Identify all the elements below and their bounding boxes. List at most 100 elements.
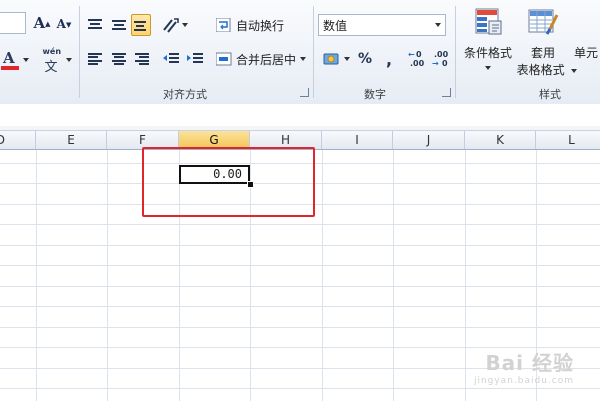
accounting-icon: [323, 53, 338, 65]
merge-center-button[interactable]: 合并后居中: [216, 48, 308, 70]
number-dialog-launcher-icon[interactable]: [442, 88, 451, 97]
decrease-indent-icon: [163, 53, 179, 63]
percent-icon: %: [357, 51, 373, 67]
comma-icon: ,: [385, 49, 393, 69]
top-align-icon: [88, 19, 102, 31]
align-center-icon: [112, 53, 126, 65]
decrease-decimal-button[interactable]: .00 → 0: [432, 48, 454, 70]
merge-center-icon: [216, 52, 232, 66]
grid-column-line: [393, 150, 394, 401]
font-color-button[interactable]: A: [0, 48, 30, 72]
middle-align-button[interactable]: [108, 14, 130, 36]
format-as-table-icon: [528, 9, 559, 35]
format-as-table-label-line1[interactable]: 套用: [525, 44, 561, 61]
alignment-dialog-launcher-icon[interactable]: [300, 88, 309, 97]
decrease-font-size-button[interactable]: A ▼: [55, 14, 73, 34]
merge-dropdown-icon[interactable]: [300, 57, 307, 61]
phonetic-guide-button[interactable]: wén 文: [40, 47, 74, 75]
increase-decimal-icon: ← 0 .00: [408, 49, 430, 69]
column-header-j[interactable]: J: [393, 131, 465, 149]
grid-column-line: [465, 150, 466, 401]
format-as-table-label-line2[interactable]: 表格格式: [514, 61, 580, 78]
conditional-format-dropdown-icon[interactable]: [485, 66, 491, 70]
format-as-table-dropdown-icon[interactable]: [571, 68, 578, 73]
comma-style-button[interactable]: ,: [380, 48, 398, 70]
conditional-format-button[interactable]: [462, 4, 514, 40]
number-group-label: 数字: [364, 88, 386, 101]
column-header-l[interactable]: L: [536, 131, 600, 149]
baidu-watermark: Bai 经验 jingyan.baidu.com: [474, 347, 574, 386]
font-color-letter: A: [3, 49, 15, 67]
decrease-decimal-icon: .00 → 0: [432, 49, 454, 69]
align-right-button[interactable]: [131, 48, 153, 70]
increase-indent-icon: [187, 53, 203, 63]
conditional-format-icon: [475, 8, 502, 35]
bottom-align-icon: [134, 19, 148, 31]
phonetic-glyph: 文: [44, 60, 58, 75]
grid-row-line: [0, 265, 600, 266]
orientation-button[interactable]: [160, 14, 190, 36]
ribbon: A ▲ A ▼ A wén 文 自动换行 合并后居中 对齐方式 数值 % , ←…: [0, 0, 600, 105]
font-color-swatch: [1, 66, 19, 70]
increase-indent-button[interactable]: [184, 48, 206, 70]
decrease-decimal-top: .00: [434, 50, 449, 59]
align-center-button[interactable]: [108, 48, 130, 70]
font-color-icon: A: [1, 49, 19, 71]
wrap-text-button[interactable]: 自动换行: [216, 14, 294, 36]
number-format-select[interactable]: 数值: [318, 14, 446, 36]
middle-align-icon: [112, 19, 126, 31]
increase-decimal-arrow: ←: [408, 50, 415, 59]
formula-bar[interactable]: [0, 104, 600, 127]
decrease-decimal-arrow: →: [432, 59, 439, 68]
grid-column-line: [322, 150, 323, 401]
decrease-font-icon: A: [56, 17, 66, 31]
watermark-main-text: Bai 经验: [485, 351, 574, 375]
increase-decimal-button[interactable]: ← 0 .00: [408, 48, 430, 70]
highlight-annotation-box: [142, 147, 315, 217]
grid-row-line: [0, 286, 600, 287]
up-caret-icon: ▲: [45, 18, 51, 28]
alignment-group-label: 对齐方式: [163, 88, 207, 101]
font-color-dropdown-icon[interactable]: [23, 58, 29, 62]
format-as-table-button[interactable]: [520, 4, 566, 40]
column-header-k[interactable]: K: [465, 131, 536, 149]
accounting-dropdown-icon[interactable]: [343, 57, 350, 61]
orientation-dropdown-icon[interactable]: [182, 23, 188, 27]
column-header-i[interactable]: I: [322, 131, 393, 149]
percent-style-button[interactable]: %: [355, 48, 375, 70]
align-left-button[interactable]: [84, 48, 106, 70]
grid-column-line: [36, 150, 37, 401]
font-size-box-edge[interactable]: [0, 12, 26, 34]
group-separator-number: [455, 6, 456, 98]
number-format-value: 数值: [323, 18, 348, 33]
wrap-text-label: 自动换行: [236, 18, 285, 33]
group-separator-font: [79, 6, 80, 98]
decrease-indent-button[interactable]: [160, 48, 182, 70]
grid-row-line: [0, 245, 600, 246]
excel-window: A ▲ A ▼ A wén 文 自动换行 合并后居中 对齐方式 数值 % , ←…: [0, 0, 600, 401]
group-separator-alignment: [313, 6, 314, 98]
top-align-button[interactable]: [84, 14, 106, 36]
watermark-sub-text: jingyan.baidu.com: [473, 376, 574, 386]
grid-column-line: [107, 150, 108, 401]
number-format-dropdown-icon[interactable]: [435, 23, 441, 27]
phonetic-icon: wén 文: [43, 47, 63, 75]
increase-font-size-button[interactable]: A ▲: [32, 12, 52, 34]
bottom-align-button[interactable]: [131, 14, 151, 36]
grid-row-line: [0, 306, 600, 307]
format-as-table-line2-text: 表格格式: [516, 63, 565, 77]
conditional-format-label[interactable]: 条件格式: [459, 44, 517, 61]
align-right-icon: [135, 53, 149, 65]
align-left-icon: [88, 53, 102, 65]
grid-row-line: [0, 327, 600, 328]
increase-font-icon: A: [33, 14, 46, 32]
merge-center-label: 合并后居中: [236, 52, 297, 67]
column-header-e[interactable]: E: [36, 131, 107, 149]
accounting-format-button[interactable]: [320, 48, 352, 70]
wrap-text-icon: [216, 18, 231, 32]
increase-decimal-bottom: .00: [410, 59, 425, 68]
grid-row-line: [0, 224, 600, 225]
column-header-d[interactable]: D: [0, 131, 36, 149]
phonetic-dropdown-icon[interactable]: [65, 58, 72, 62]
cell-styles-label[interactable]: 单元: [574, 44, 600, 61]
